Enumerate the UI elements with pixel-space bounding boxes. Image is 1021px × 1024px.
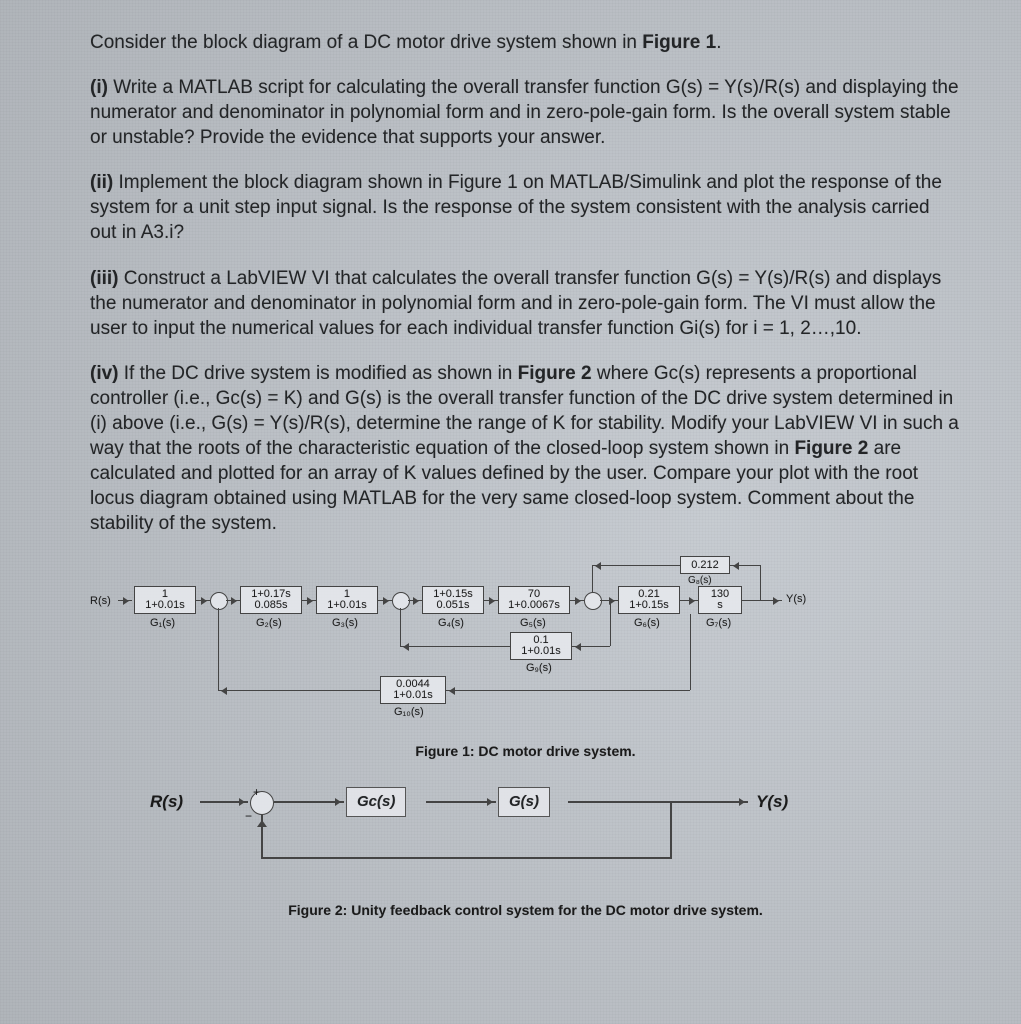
- summing-junction: [210, 592, 228, 610]
- figure-1: R(s) 1 1+0.01s G₁(s) 1+0.17s 0.085s G₂(s…: [90, 556, 961, 760]
- figure-ref-2b: Figure 2: [794, 438, 868, 459]
- tag-iv: (iv): [90, 363, 124, 384]
- page: Consider the block diagram of a DC motor…: [0, 0, 1021, 1024]
- summing-junction: [584, 592, 602, 610]
- block-g7: 130 s: [698, 586, 742, 614]
- text-i: Write a MATLAB script for calculating th…: [90, 77, 959, 148]
- output-label: Y(s): [786, 592, 806, 607]
- intro-paragraph: Consider the block diagram of a DC motor…: [90, 30, 961, 55]
- block-g6: 0.21 1+0.15s: [618, 586, 680, 614]
- tag-iii: (iii): [90, 268, 124, 289]
- input-label: R(s): [90, 594, 111, 609]
- block-diagram-2: R(s) + − Gc(s) G(s) Y(s): [90, 775, 961, 895]
- text-iv-a: If the DC drive system is modified as sh…: [124, 363, 518, 384]
- block-g8: 0.212: [680, 556, 730, 574]
- question-ii: (ii) Implement the block diagram shown i…: [90, 170, 961, 245]
- text-ii: Implement the block diagram shown in Fig…: [90, 172, 942, 243]
- figure-ref-2: Figure 2: [518, 363, 592, 384]
- label-g4: G₄(s): [438, 616, 464, 631]
- block-g3: 1 1+0.01s: [316, 586, 378, 614]
- label-g9: G₉(s): [526, 661, 552, 676]
- block-g1: 1 1+0.01s: [134, 586, 196, 614]
- question-iii: (iii) Construct a LabVIEW VI that calcul…: [90, 266, 961, 341]
- block-g9: 0.1 1+0.01s: [510, 632, 572, 660]
- block-g4: 1+0.15s 0.051s: [422, 586, 484, 614]
- output-label-2: Y(s): [756, 791, 788, 813]
- label-g10: G₁₀(s): [394, 705, 424, 720]
- summing-junction: [392, 592, 410, 610]
- figure-ref: Figure 1: [642, 32, 716, 53]
- label-g6: G₆(s): [634, 616, 660, 631]
- label-g1: G₁(s): [150, 616, 175, 631]
- figure-2: R(s) + − Gc(s) G(s) Y(s) Figure 2: Unity…: [90, 775, 961, 919]
- figure-2-caption: Figure 2: Unity feedback control system …: [90, 901, 961, 919]
- input-label-2: R(s): [150, 791, 183, 813]
- block-gc: Gc(s): [346, 787, 406, 817]
- intro-end: .: [716, 32, 721, 53]
- text-iii: Construct a LabVIEW VI that calculates t…: [90, 268, 941, 339]
- label-g3: G₃(s): [332, 616, 358, 631]
- block-g10: 0.0044 1+0.01s: [380, 676, 446, 704]
- label-g8: G₈(s): [688, 574, 712, 587]
- label-g7: G₇(s): [706, 616, 731, 631]
- label-g2: G₂(s): [256, 616, 282, 631]
- label-g5: G₅(s): [520, 616, 546, 631]
- intro-text: Consider the block diagram of a DC motor…: [90, 32, 642, 53]
- block-g5: 70 1+0.0067s: [498, 586, 570, 614]
- block-g: G(s): [498, 787, 550, 817]
- question-iv: (iv) If the DC drive system is modified …: [90, 361, 961, 537]
- block-g2: 1+0.17s 0.085s: [240, 586, 302, 614]
- figure-1-caption: Figure 1: DC motor drive system.: [90, 742, 961, 760]
- block-diagram-1: R(s) 1 1+0.01s G₁(s) 1+0.17s 0.085s G₂(s…: [90, 556, 961, 736]
- tag-i: (i): [90, 77, 113, 98]
- tag-ii: (ii): [90, 172, 119, 193]
- question-i: (i) Write a MATLAB script for calculatin…: [90, 75, 961, 150]
